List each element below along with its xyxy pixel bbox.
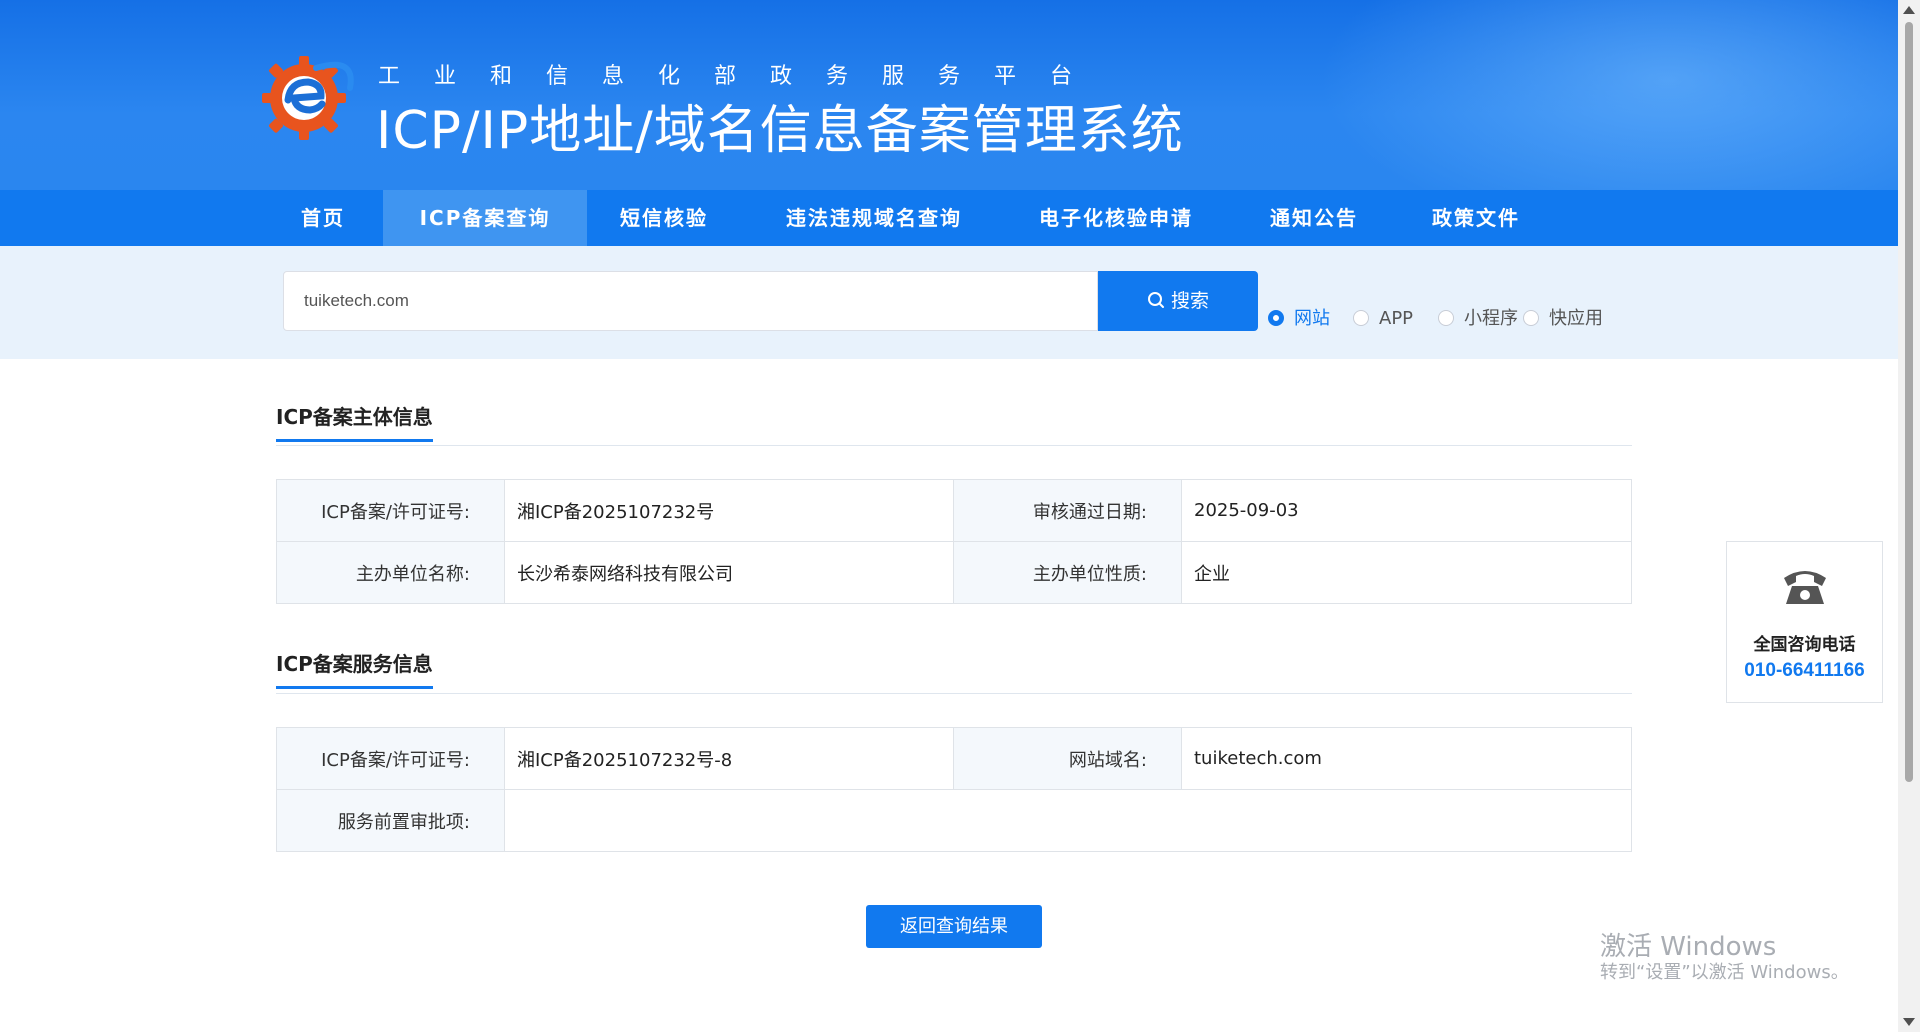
radio-dot (1353, 309, 1369, 326)
radio-miniprogram[interactable]: 小程序 (1438, 307, 1518, 331)
organizer-name-value: 长沙希泰网络科技有限公司 (504, 541, 954, 604)
nav-notices[interactable]: 通知公告 (1262, 190, 1366, 246)
title-underline (276, 686, 433, 689)
site-header: 工业和信息化部政务服务平台 ICP/IP地址/域名信息备案管理系统 (0, 0, 1898, 190)
radio-dot (1523, 309, 1539, 326)
radio-website[interactable]: 网站 (1268, 307, 1330, 331)
subject-info-table: ICP备案/许可证号: 湘ICP备2025107232号 审核通过日期: 202… (276, 479, 1632, 604)
section-divider (276, 445, 1632, 446)
nav-icp-query[interactable]: ICP备案查询 (383, 190, 587, 246)
pre-approval-value (504, 789, 1632, 852)
search-button-label: 搜索 (1170, 290, 1209, 312)
nav-sms-verify[interactable]: 短信核验 (612, 190, 716, 246)
nav-policies[interactable]: 政策文件 (1424, 190, 1528, 246)
search-button[interactable]: 搜索 (1098, 271, 1258, 331)
scroll-up-icon[interactable] (1903, 6, 1915, 14)
table-row: ICP备案/许可证号: 湘ICP备2025107232号-8 网站域名: tui… (276, 727, 1632, 790)
pre-approval-label: 服务前置审批项: (276, 789, 505, 852)
table-row: ICP备案/许可证号: 湘ICP备2025107232号 审核通过日期: 202… (276, 479, 1632, 542)
domain-label: 网站域名: (953, 727, 1182, 790)
service-section-title: ICP备案服务信息 (276, 648, 433, 689)
radio-label: 网站 (1294, 308, 1330, 329)
organizer-type-value: 企业 (1181, 541, 1632, 604)
domain-value: tuiketech.com (1181, 727, 1632, 790)
main-nav: 首页 ICP备案查询 短信核验 违法违规域名查询 电子化核验申请 通知公告 政策… (0, 190, 1898, 246)
nav-illegal-domain[interactable]: 违法违规域名查询 (776, 190, 972, 246)
consult-number: 010-66411166 (1744, 660, 1865, 681)
header-title: ICP/IP地址/域名信息备案管理系统 (376, 101, 1184, 161)
back-to-results-button[interactable]: 返回查询结果 (866, 905, 1042, 948)
service-license-value: 湘ICP备2025107232号-8 (504, 727, 954, 790)
vertical-scrollbar[interactable] (1898, 0, 1920, 1032)
search-icon (1147, 291, 1164, 308)
approval-date-value: 2025-09-03 (1181, 479, 1632, 542)
radio-dot (1268, 309, 1284, 326)
nav-home[interactable]: 首页 (283, 190, 363, 246)
license-value: 湘ICP备2025107232号 (504, 479, 954, 542)
organizer-name-label: 主办单位名称: (276, 541, 505, 604)
nav-e-verify[interactable]: 电子化核验申请 (1030, 190, 1202, 246)
scrollbar-thumb[interactable] (1905, 22, 1913, 782)
telephone-icon (1784, 571, 1826, 604)
header-subtitle: 工业和信息化部政务服务平台 (378, 64, 1107, 89)
header-glow (1318, 0, 1898, 190)
subject-section-title: ICP备案主体信息 (276, 401, 433, 442)
radio-app[interactable]: APP (1353, 307, 1413, 331)
subject-section-title-text: ICP备案主体信息 (276, 405, 433, 429)
service-license-label: ICP备案/许可证号: (276, 727, 505, 790)
organizer-type-label: 主办单位性质: (953, 541, 1182, 604)
radio-label: APP (1379, 308, 1414, 329)
consult-box[interactable]: 全国咨询电话 010-66411166 (1726, 541, 1883, 703)
approval-date-label: 审核通过日期: (953, 479, 1182, 542)
windows-activation-hint: 转到“设置”以激活 Windows。 (1600, 962, 1849, 983)
scroll-down-icon[interactable] (1903, 1018, 1915, 1026)
miit-logo-icon (262, 56, 354, 140)
table-row: 主办单位名称: 长沙希泰网络科技有限公司 主办单位性质: 企业 (276, 541, 1632, 604)
section-divider (276, 693, 1632, 694)
radio-quickapp[interactable]: 快应用 (1523, 307, 1603, 331)
title-underline (276, 439, 433, 442)
service-section-title-text: ICP备案服务信息 (276, 652, 433, 676)
license-label: ICP备案/许可证号: (276, 479, 505, 542)
radio-label: 快应用 (1549, 308, 1603, 329)
consult-label: 全国咨询电话 (1753, 635, 1856, 655)
service-info-table: ICP备案/许可证号: 湘ICP备2025107232号-8 网站域名: tui… (276, 727, 1632, 852)
radio-dot (1438, 309, 1454, 326)
radio-label: 小程序 (1464, 308, 1518, 329)
search-input[interactable]: tuiketech.com (283, 271, 1098, 331)
table-row: 服务前置审批项: (276, 789, 1632, 852)
